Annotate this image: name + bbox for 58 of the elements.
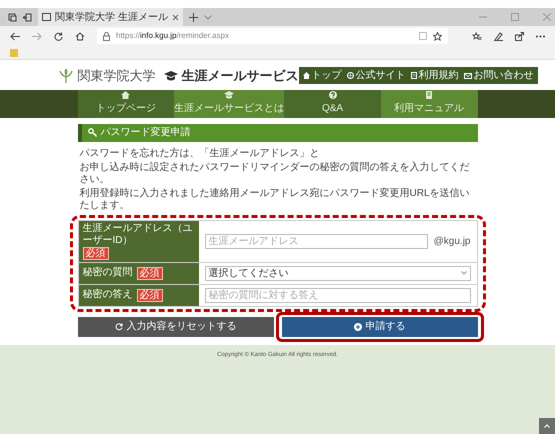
intro-text: お申し込み時に設定されたパスワードリマインダーの秘密の質問の答えを入力してください。 (80, 162, 470, 186)
field-label: 秘密の答え (82, 289, 132, 301)
browser-tab[interactable]: 関東学院大学 生涯メール (38, 8, 183, 26)
header-link[interactable]: 利用規約 (410, 68, 458, 84)
intro-text: 利用登録時に入力されました連絡用メールアドレス宛にパスワード変更用URLを送信いたします。 (80, 188, 471, 212)
pen-icon[interactable] (494, 32, 503, 40)
star-icon[interactable] (433, 32, 442, 40)
envelope-icon (464, 72, 472, 79)
plus-circle-icon (354, 322, 362, 330)
email-domain: @kgu.jp (434, 234, 470, 248)
tab-title: 関東学院大学 生涯メール (55, 10, 168, 24)
plus-icon[interactable] (188, 12, 198, 22)
graduation-cap-icon (224, 91, 234, 99)
share-icon[interactable] (515, 32, 524, 40)
required-badge: 必須 (82, 246, 108, 260)
required-badge: 必須 (136, 266, 162, 280)
required-badge: 必須 (136, 288, 162, 302)
caret-icon (460, 271, 466, 275)
intro-text: パスワードを忘れた方は、「生涯メールアドレス」と (80, 148, 320, 160)
back-icon[interactable] (10, 32, 20, 40)
url-text: https://info.kgu.jp/reminder.aspx (116, 30, 229, 42)
input-field[interactable]: 秘密の質問に対する答え (204, 288, 470, 302)
tab-back-icon[interactable] (23, 12, 32, 22)
panel-title: パスワード変更申請 (100, 126, 190, 140)
graduation-cap-icon (164, 70, 178, 81)
chevron-up-icon (544, 424, 550, 428)
close-icon[interactable] (172, 14, 179, 20)
input-field[interactable]: 生涯メールアドレス (204, 234, 428, 248)
question-dropdown[interactable]: 選択してください (204, 266, 470, 280)
more-icon[interactable] (536, 34, 545, 38)
tabs-icon[interactable] (8, 12, 17, 22)
nav-item[interactable]: Q&A (284, 90, 381, 118)
address-bar[interactable]: https://info.kgu.jp/reminder.aspx (97, 28, 448, 44)
document-icon (410, 72, 416, 80)
lock-icon (103, 32, 110, 40)
home-icon (121, 91, 130, 99)
plant-logo-icon (58, 68, 74, 83)
nav-item[interactable]: トップページ (78, 90, 174, 118)
header-link[interactable]: トップ (302, 68, 342, 84)
favorites-icon[interactable] (472, 32, 482, 40)
refresh-icon (114, 322, 122, 330)
scroll-to-top-button[interactable] (539, 418, 555, 434)
book-icon (425, 91, 434, 99)
globe-icon (346, 72, 354, 80)
refresh-icon[interactable] (54, 32, 63, 40)
key-icon (88, 128, 96, 137)
home-icon (302, 72, 310, 80)
field-label: 生涯メールアドレス（ユーザーID） (82, 222, 194, 246)
field-label: 秘密の質問 (82, 267, 132, 279)
home-icon[interactable] (75, 32, 85, 40)
question-icon (328, 91, 336, 99)
service-name: 生涯メールサービス (182, 67, 298, 85)
university-name: 関東学院大学 (78, 67, 156, 85)
submit-button[interactable]: 申請する (282, 316, 478, 336)
reset-button[interactable]: 入力内容をリセットする (78, 316, 274, 336)
page-icon (42, 13, 51, 21)
header-link[interactable]: お問い合わせ (464, 68, 534, 84)
header-link[interactable]: 公式サイト (346, 68, 406, 84)
